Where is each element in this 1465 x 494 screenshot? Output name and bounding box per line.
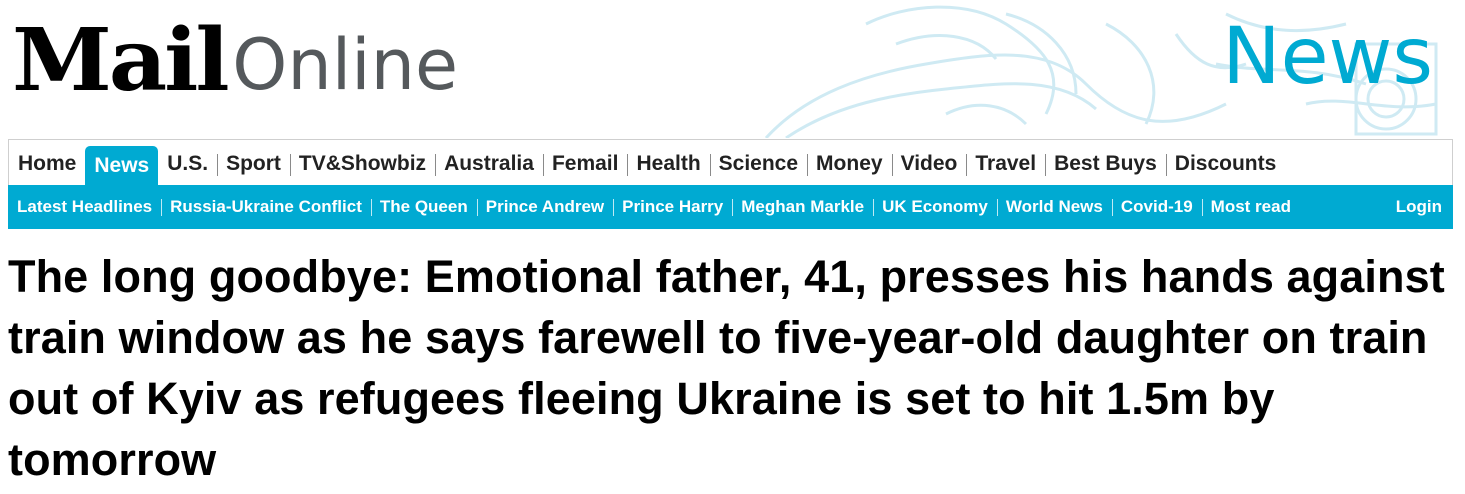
- masthead: Mail Online News: [6, 4, 1453, 138]
- nav-item-discounts[interactable]: Discounts: [1165, 142, 1286, 186]
- nav-item-best-buys[interactable]: Best Buys: [1045, 142, 1166, 186]
- nav-item-australia[interactable]: Australia: [435, 142, 543, 186]
- nav-item-travel[interactable]: Travel: [966, 142, 1045, 186]
- subnav-item-latest-headlines[interactable]: Latest Headlines: [8, 197, 161, 217]
- site-logo[interactable]: Mail Online: [12, 14, 458, 104]
- nav-item-home[interactable]: Home: [9, 142, 85, 186]
- nav-item-video[interactable]: Video: [891, 142, 967, 186]
- sub-nav: Latest Headlines Russia-Ukraine Conflict…: [8, 185, 1453, 229]
- nav-item-science[interactable]: Science: [709, 142, 807, 186]
- nav-item-health[interactable]: Health: [627, 142, 709, 186]
- nav-item-money[interactable]: Money: [807, 142, 892, 186]
- subnav-item-world-news[interactable]: World News: [996, 197, 1112, 217]
- logo-mail-text: Mail: [12, 10, 230, 111]
- article-headline: The long goodbye: Emotional father, 41, …: [8, 251, 1445, 485]
- nav-item-news[interactable]: News: [85, 146, 159, 186]
- subnav-item-uk-economy[interactable]: UK Economy: [873, 197, 997, 217]
- page: Mail Online News Home News U.S. Sport TV…: [0, 0, 1465, 494]
- subnav-item-the-queen[interactable]: The Queen: [370, 197, 477, 217]
- subnav-item-prince-andrew[interactable]: Prince Andrew: [476, 197, 613, 217]
- subnav-item-prince-harry[interactable]: Prince Harry: [613, 197, 732, 217]
- channel-title[interactable]: News: [1222, 18, 1433, 96]
- logo-online-text: Online: [232, 24, 459, 106]
- nav-item-sport[interactable]: Sport: [217, 142, 290, 186]
- subnav-item-meghan-markle[interactable]: Meghan Markle: [732, 197, 873, 217]
- nav-item-us[interactable]: U.S.: [158, 142, 217, 186]
- primary-nav: Home News U.S. Sport TV&Showbiz Australi…: [8, 139, 1453, 186]
- subnav-item-most-read[interactable]: Most read: [1201, 197, 1300, 217]
- subnav-item-russia-ukraine-conflict[interactable]: Russia-Ukraine Conflict: [161, 197, 371, 217]
- nav-item-tv-showbiz[interactable]: TV&Showbiz: [289, 142, 435, 186]
- nav-item-femail[interactable]: Femail: [542, 142, 628, 186]
- login-link[interactable]: Login: [1387, 197, 1451, 217]
- subnav-item-covid-19[interactable]: Covid-19: [1111, 197, 1202, 217]
